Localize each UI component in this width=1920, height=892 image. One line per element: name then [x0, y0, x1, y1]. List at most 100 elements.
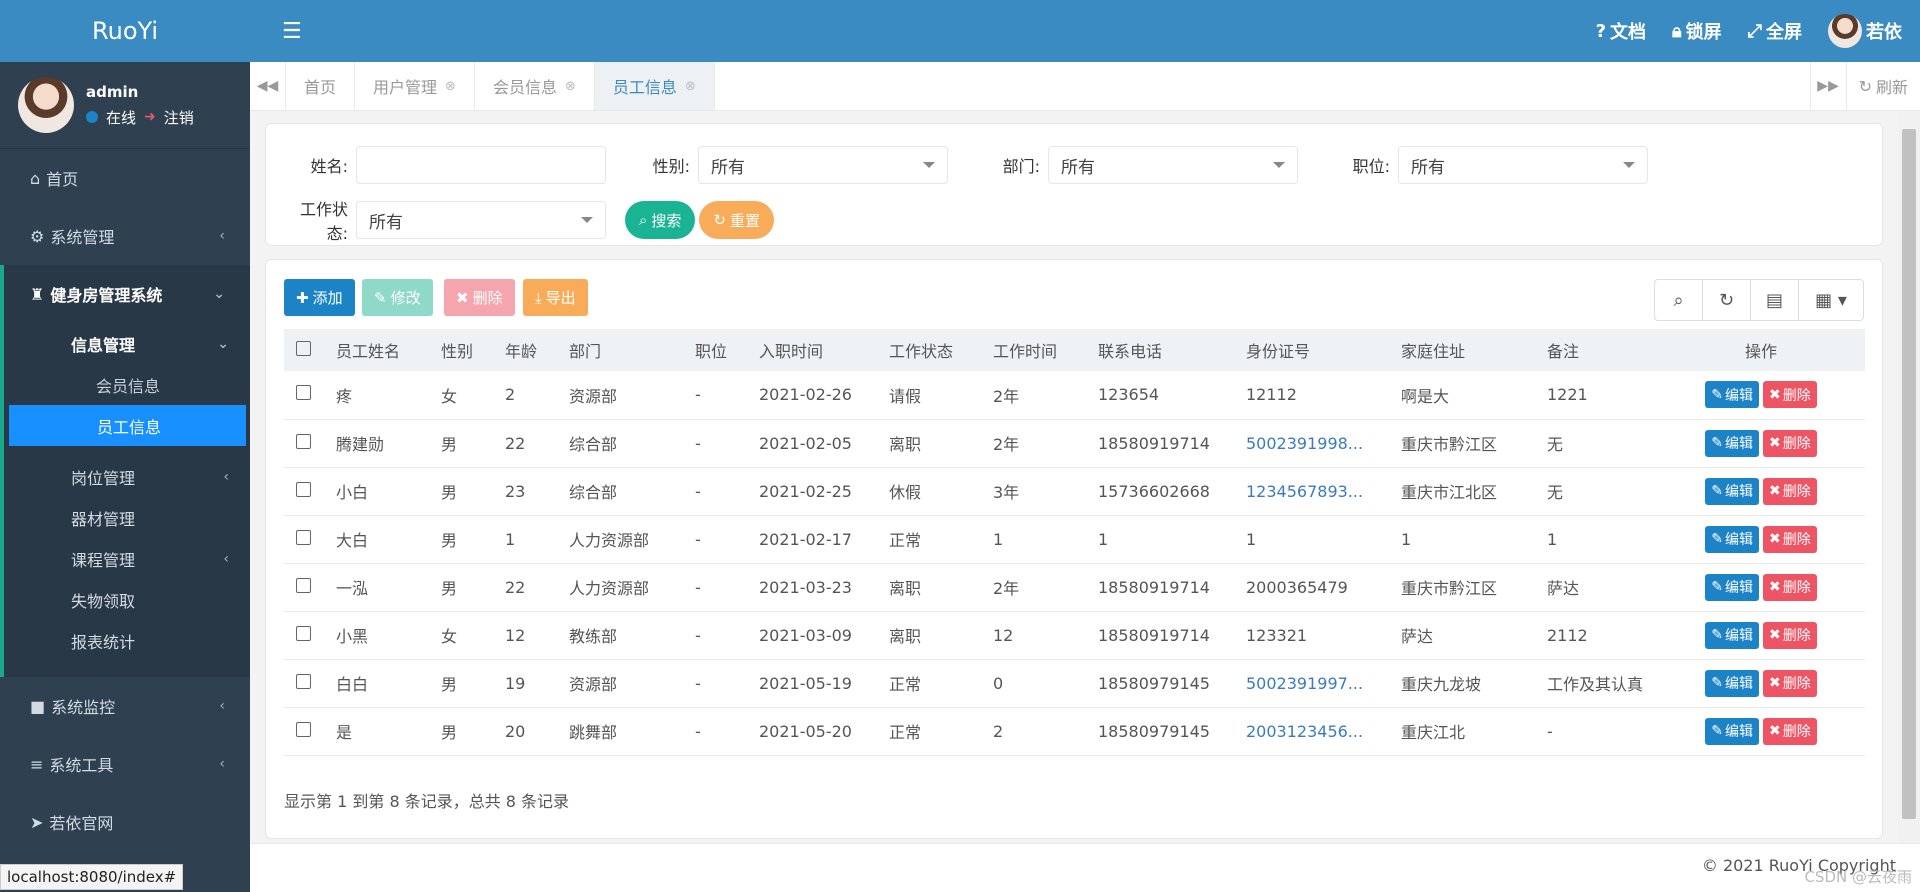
col-id-card[interactable]: 身份证号	[1238, 329, 1393, 371]
tabs-scroll-right-icon[interactable]: ▶▶	[1809, 62, 1846, 110]
col-name[interactable]: 员工姓名	[328, 329, 433, 371]
edit-button[interactable]: ✎ 修改	[362, 279, 433, 316]
menu-toggle-icon[interactable]: ☰	[282, 19, 302, 44]
table-cell[interactable]: 2003123456...	[1238, 707, 1393, 756]
row-delete-button[interactable]: ✖ 删除	[1763, 573, 1817, 601]
add-button[interactable]: ✚ 添加	[284, 279, 355, 316]
table-row[interactable]: 大白男 1 人力资源部 -2021-02-17 正常 1 1 1 1 1 ✎ 编辑 ✖ 删除	[284, 515, 1865, 564]
user-menu[interactable]: 若依	[1828, 14, 1902, 48]
table-row[interactable]: 小黑女 12 教练部 -2021-03-09 离职 12 18580919714 123321…	[284, 611, 1865, 660]
table-row[interactable]: 是男 20 跳舞部 -2021-05-20 正常 2 18580979145 20031234…	[284, 707, 1865, 756]
close-icon[interactable]: ⊗	[685, 79, 696, 94]
export-button[interactable]: ⤓ 导出	[523, 279, 588, 316]
nav-post-mgmt[interactable]: 岗位管理 ‹	[4, 456, 250, 497]
nav-course[interactable]: 课程管理 ‹	[4, 538, 250, 579]
nav-official[interactable]: ➤ 若依官网	[0, 793, 250, 851]
nav-tools[interactable]: ≡ 系统工具 ‹	[0, 735, 250, 793]
row-edit-button[interactable]: ✎ 编辑	[1705, 525, 1759, 553]
row-checkbox[interactable]	[296, 433, 311, 449]
col-hire-date[interactable]: 入职时间	[751, 329, 881, 371]
col-gender[interactable]: 性别	[433, 329, 497, 371]
tab-member-info[interactable]: 会员信息 ⊗	[475, 62, 595, 110]
reset-button[interactable]: ↻ 重置	[699, 201, 775, 239]
col-address[interactable]: 家庭住址	[1393, 329, 1539, 371]
row-edit-button[interactable]: ✎ 编辑	[1705, 669, 1759, 697]
col-post[interactable]: 职位	[687, 329, 751, 371]
row-checkbox[interactable]	[296, 385, 311, 401]
col-work-time[interactable]: 工作时间	[985, 329, 1090, 371]
tab-staff-info[interactable]: 员工信息 ⊗	[594, 62, 715, 110]
row-delete-label: 删除	[1782, 676, 1811, 692]
row-delete-button[interactable]: ✖ 删除	[1763, 429, 1817, 457]
col-work-status[interactable]: 工作状态	[881, 329, 985, 371]
toggle-view-icon[interactable]: ▤	[1751, 280, 1799, 320]
nav-staff-info[interactable]: 员工信息	[9, 405, 246, 446]
row-checkbox[interactable]	[296, 625, 311, 641]
row-checkbox[interactable]	[296, 529, 311, 545]
dept-select[interactable]: 所有	[1048, 146, 1298, 184]
tabs-scroll-left-icon[interactable]: ◀◀	[250, 62, 286, 110]
row-delete-button[interactable]: ✖ 删除	[1763, 621, 1817, 649]
logo[interactable]: RuoYi	[0, 0, 250, 62]
row-checkbox[interactable]	[296, 721, 311, 737]
table-cell[interactable]: 5002391998...	[1238, 419, 1393, 468]
row-edit-button[interactable]: ✎ 编辑	[1705, 621, 1759, 649]
row-delete-button[interactable]: ✖ 删除	[1763, 669, 1817, 697]
avatar[interactable]	[18, 77, 74, 133]
col-age[interactable]: 年龄	[497, 329, 561, 371]
col-remark[interactable]: 备注	[1539, 329, 1649, 371]
row-edit-button[interactable]: ✎ 编辑	[1705, 477, 1759, 505]
table-row[interactable]: 疼女 2 资源部 -2021-02-26 请假 2年 123654 12112 啊是大 1221 ✎…	[284, 371, 1865, 420]
table-row[interactable]: 小白男 23 综合部 -2021-02-25 休假 3年 15736602668 123456…	[284, 467, 1865, 516]
row-checkbox[interactable]	[296, 673, 311, 689]
close-icon[interactable]: ⊗	[565, 79, 576, 94]
lock-link[interactable]: 🔒︎ 锁屏	[1672, 18, 1722, 44]
col-phone[interactable]: 联系电话	[1090, 329, 1238, 371]
search-icon[interactable]: ⌕	[1655, 280, 1703, 320]
nav-home[interactable]: ⌂ 首页	[0, 149, 250, 207]
refresh-tab-button[interactable]: ↻ 刷新	[1845, 62, 1920, 110]
docs-link[interactable]: ? 文档	[1596, 18, 1646, 44]
scroll-thumb[interactable]	[1902, 129, 1916, 819]
table-row[interactable]: 腾建勋男 22 综合部 -2021-02-05 离职 2年 18580919714 50023…	[284, 419, 1865, 468]
col-dept[interactable]: 部门	[561, 329, 687, 371]
table-cell[interactable]: 5002391997...	[1238, 659, 1393, 708]
search-button[interactable]: ⌕ 搜索	[625, 201, 696, 239]
table-row[interactable]: 一泓男 22 人力资源部 -2021-03-23 离职 2年 18580919714 2000…	[284, 563, 1865, 612]
delete-button[interactable]: ✖ 删除	[444, 279, 515, 316]
nav-info-mgmt[interactable]: 信息管理 ⌄	[4, 323, 250, 364]
columns-icon[interactable]: ▦ ▾	[1799, 280, 1863, 320]
nav-gym[interactable]: ♜ 健身房管理系统 ⌄	[4, 265, 250, 323]
nav-report[interactable]: 报表统计	[4, 620, 250, 661]
row-delete-button[interactable]: ✖ 删除	[1763, 381, 1817, 409]
nav-equipment[interactable]: 器材管理	[4, 497, 250, 538]
row-delete-button[interactable]: ✖ 删除	[1763, 717, 1817, 745]
scrollbar[interactable]	[1898, 111, 1920, 843]
tab-user-mgmt[interactable]: 用户管理 ⊗	[355, 62, 475, 110]
nav-lost-found[interactable]: 失物领取	[4, 579, 250, 620]
gender-select[interactable]: 所有	[698, 146, 948, 184]
select-all-checkbox[interactable]	[296, 340, 311, 356]
row-checkbox[interactable]	[296, 577, 311, 593]
name-input[interactable]	[356, 146, 606, 184]
refresh-icon[interactable]: ↻	[1703, 280, 1751, 320]
nav-member-info[interactable]: 会员信息	[4, 364, 250, 405]
post-select[interactable]: 所有	[1398, 146, 1648, 184]
table-row[interactable]: 白白男 19 资源部 -2021-05-19 正常 0 18580979145 5002391…	[284, 659, 1865, 708]
tab-home[interactable]: 首页	[286, 62, 356, 110]
table-cell: 2021-03-09	[751, 611, 881, 660]
row-delete-button[interactable]: ✖ 删除	[1763, 525, 1817, 553]
row-edit-button[interactable]: ✎ 编辑	[1705, 429, 1759, 457]
nav-monitor[interactable]: ■ 系统监控 ‹	[0, 677, 250, 735]
close-icon[interactable]: ⊗	[445, 79, 456, 94]
row-edit-button[interactable]: ✎ 编辑	[1705, 573, 1759, 601]
row-edit-button[interactable]: ✎ 编辑	[1705, 717, 1759, 745]
logout-link[interactable]: 注销	[164, 107, 194, 128]
row-edit-button[interactable]: ✎ 编辑	[1705, 381, 1759, 409]
nav-system[interactable]: ⚙ 系统管理 ‹	[0, 207, 250, 265]
fullscreen-link[interactable]: ⤢ 全屏	[1748, 18, 1802, 44]
table-cell[interactable]: 1234567893...	[1238, 467, 1393, 516]
row-checkbox[interactable]	[296, 481, 311, 497]
status-select[interactable]: 所有	[356, 201, 606, 239]
row-delete-button[interactable]: ✖ 删除	[1763, 477, 1817, 505]
